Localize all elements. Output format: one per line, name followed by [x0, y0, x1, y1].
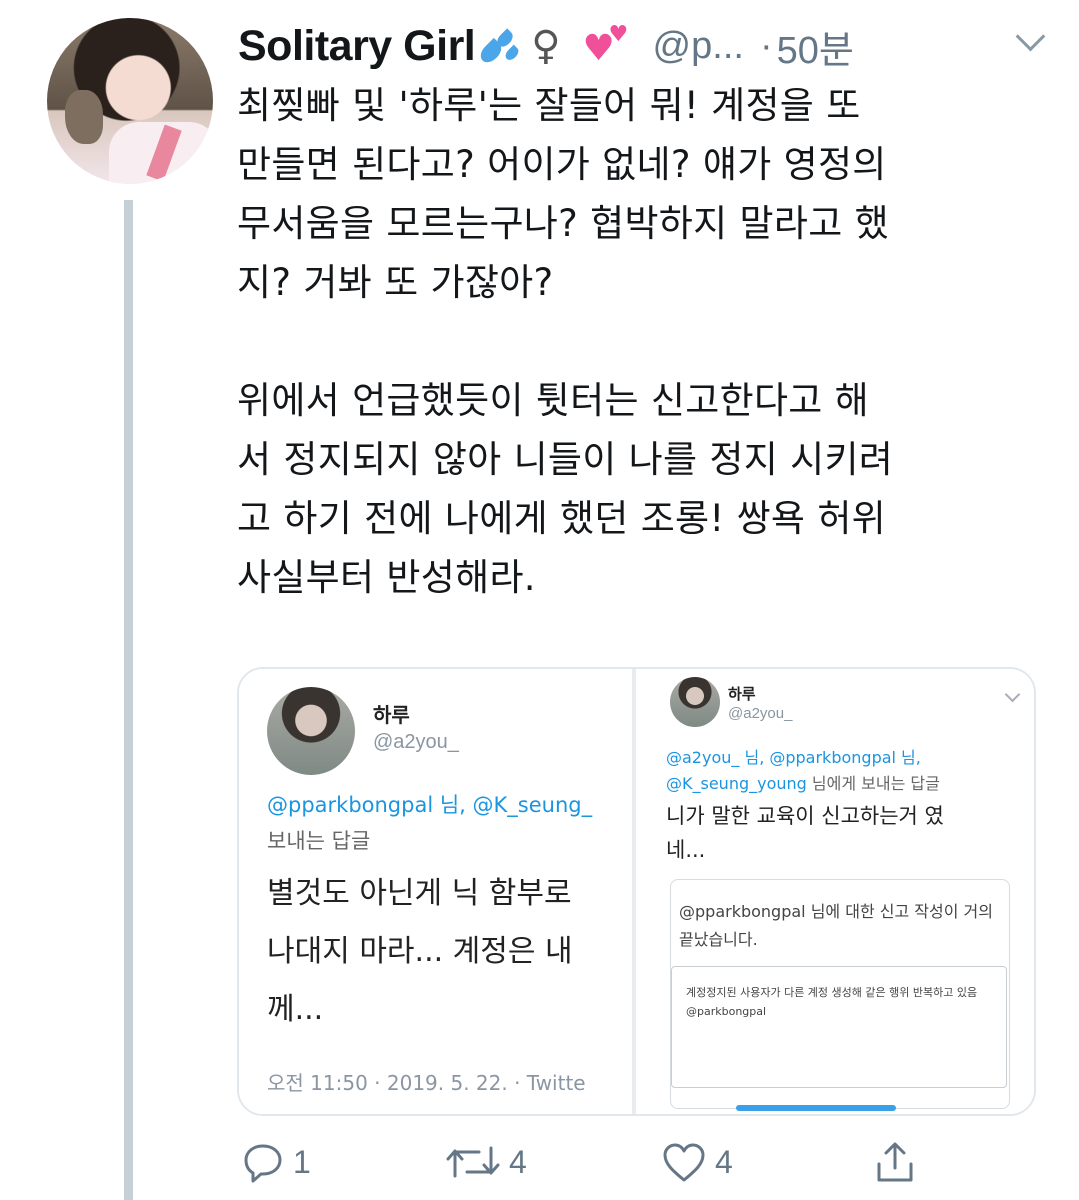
media-screenshot-left[interactable]: 하루 @a2you_ @pparkbongpal 님, @K_seung_ 보내… — [239, 669, 629, 1114]
haru-name-small: 하루 — [728, 685, 756, 703]
tweet-media[interactable]: 하루 @a2you_ @pparkbongpal 님, @K_seung_ 보내… — [237, 667, 1036, 1116]
heart-icon — [663, 1143, 705, 1182]
report-title: @pparkbongpal 님에 대한 신고 작성이 거의 끝났습니다. — [679, 902, 993, 949]
reply-to-block: @a2you_ 님, @pparkbongpal 님, @K_seung_you… — [666, 745, 940, 797]
tweet-time[interactable]: 50분 — [777, 19, 854, 74]
share-button[interactable] — [873, 1140, 917, 1184]
chevron-down-icon — [1004, 686, 1021, 703]
reply-to-line: @pparkbongpal 님, @K_seung_ — [267, 789, 592, 819]
user-handle[interactable]: @p... — [653, 25, 744, 68]
report-submit-button — [736, 1105, 896, 1111]
haru-tweet-body: 별것도 아닌게 닉 함부로 나대지 마라... 계정은 내 께... — [267, 876, 573, 1027]
scroll-edge — [1034, 669, 1036, 1114]
retweet-count: 4 — [509, 1143, 527, 1180]
female-sign-icon: ♀ — [531, 23, 561, 69]
reply-mentions-line1: @a2you_ 님, @pparkbongpal 님, — [666, 748, 921, 767]
report-textarea: 계정정지된 사용자가 다른 계정 생성해 같은 행위 반복하고 있음 @park… — [671, 966, 1007, 1088]
haru-name: 하루 — [373, 703, 410, 727]
haru-reply-body: 니가 말한 교육이 신고하는거 였 네... — [666, 804, 944, 862]
sweat-droplets-icon — [477, 26, 523, 67]
display-name[interactable]: Solitary Girl — [238, 22, 476, 71]
avatar-rock — [65, 90, 103, 144]
report-dialog: @pparkbongpal 님에 대한 신고 작성이 거의 끝났습니다. 계정정… — [670, 879, 1010, 1109]
separator-dot: · — [759, 24, 773, 67]
tweet-text: 최찢빠 및 '하루'는 잘들어 뭐! 계정을 또 만들면 된다고? 어이가 없네… — [237, 84, 894, 599]
reply-mention-line2: @K_seung_young — [666, 774, 807, 793]
like-count: 4 — [715, 1143, 733, 1180]
haru-tweet-date: 오전 11:50 · 2019. 5. 22. · Twitte — [267, 1071, 586, 1095]
report-text: 계정정지된 사용자가 다른 계정 생성해 같은 행위 반복하고 있음 @park… — [686, 986, 978, 1018]
retweet-button[interactable]: 4 — [445, 1140, 527, 1184]
reply-button[interactable]: 1 — [241, 1140, 311, 1184]
thread-line — [124, 200, 133, 1200]
tweet-header: Solitary Girl ♀ ♥ ♥ @p... · 50분 — [238, 16, 854, 76]
haru-handle-small: @a2you_ — [728, 705, 793, 722]
two-hearts-icon: ♥ ♥ — [582, 22, 629, 69]
haru-avatar — [267, 687, 355, 775]
chevron-down-icon[interactable] — [1015, 21, 1046, 52]
reply-mentions: @pparkbongpal 님, @K_seung_ — [267, 793, 593, 817]
reply-count: 1 — [293, 1143, 311, 1180]
haru-handle: @a2you_ — [373, 731, 459, 753]
reply-suffix-line2: 님에게 보내는 답글 — [806, 774, 940, 793]
reply-icon — [244, 1144, 282, 1183]
reply-to-suffix: 보내는 답글 — [267, 829, 371, 853]
profile-avatar[interactable] — [47, 18, 213, 184]
media-screenshot-right[interactable]: 하루 @a2you_ @a2you_ 님, @pparkbongpal 님, @… — [632, 669, 1036, 1114]
haru-avatar-small — [670, 677, 720, 727]
retweet-icon — [446, 1146, 500, 1178]
tweet-actions: 1 4 4 — [237, 1140, 1037, 1190]
share-icon — [877, 1142, 913, 1182]
like-button[interactable]: 4 — [661, 1140, 733, 1184]
